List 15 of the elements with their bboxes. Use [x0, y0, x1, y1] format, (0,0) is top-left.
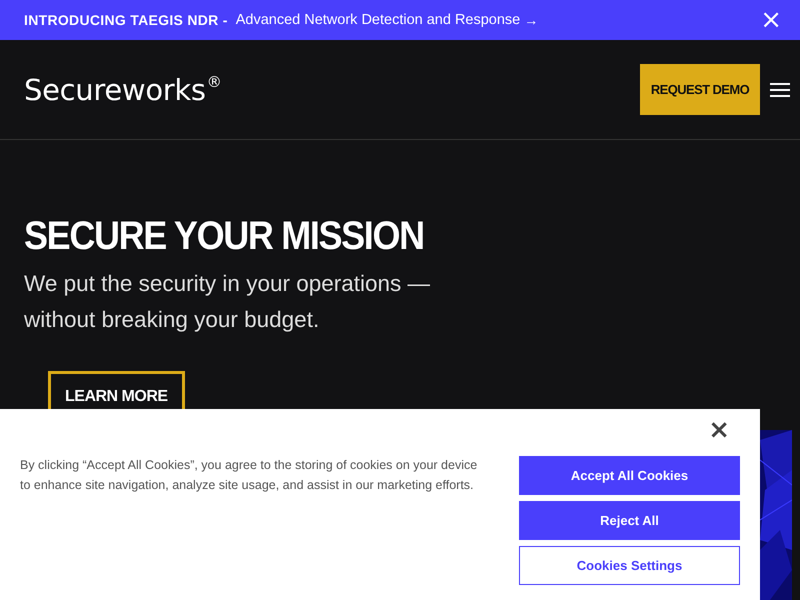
cookies-settings-button[interactable]: Cookies Settings	[519, 546, 740, 585]
cookie-consent-button[interactable]: Reject All	[519, 501, 740, 540]
hero-subtitle: We put the security in your operations — without breaking your budget.	[24, 270, 432, 334]
arrow-icon: →	[524, 12, 538, 28]
promo-label: INTRODUCING TAEGIS NDR -	[24, 12, 228, 28]
logo-text[interactable]: Secureworks	[24, 72, 206, 106]
menu-icon[interactable]	[770, 82, 790, 98]
cookie-consent-button[interactable]: Accept All Cookies	[519, 456, 740, 495]
hero-title: SECURE YOUR MISSION	[24, 213, 425, 260]
close-button[interactable]: ×	[758, 10, 784, 30]
request-demo-button[interactable]: REQUEST DEMO	[640, 64, 760, 115]
registered-mark: ®	[206, 72, 222, 90]
promo-link[interactable]: Advanced Network Detection and Response	[236, 12, 520, 28]
close-button[interactable]: ×	[708, 418, 730, 442]
cookie-notice-text: By clicking “Accept All Cookies”, you agree to the storing of cookies on your device to enhance site navigation, analyze site usage, and assist in our marketing efforts.	[20, 457, 478, 494]
